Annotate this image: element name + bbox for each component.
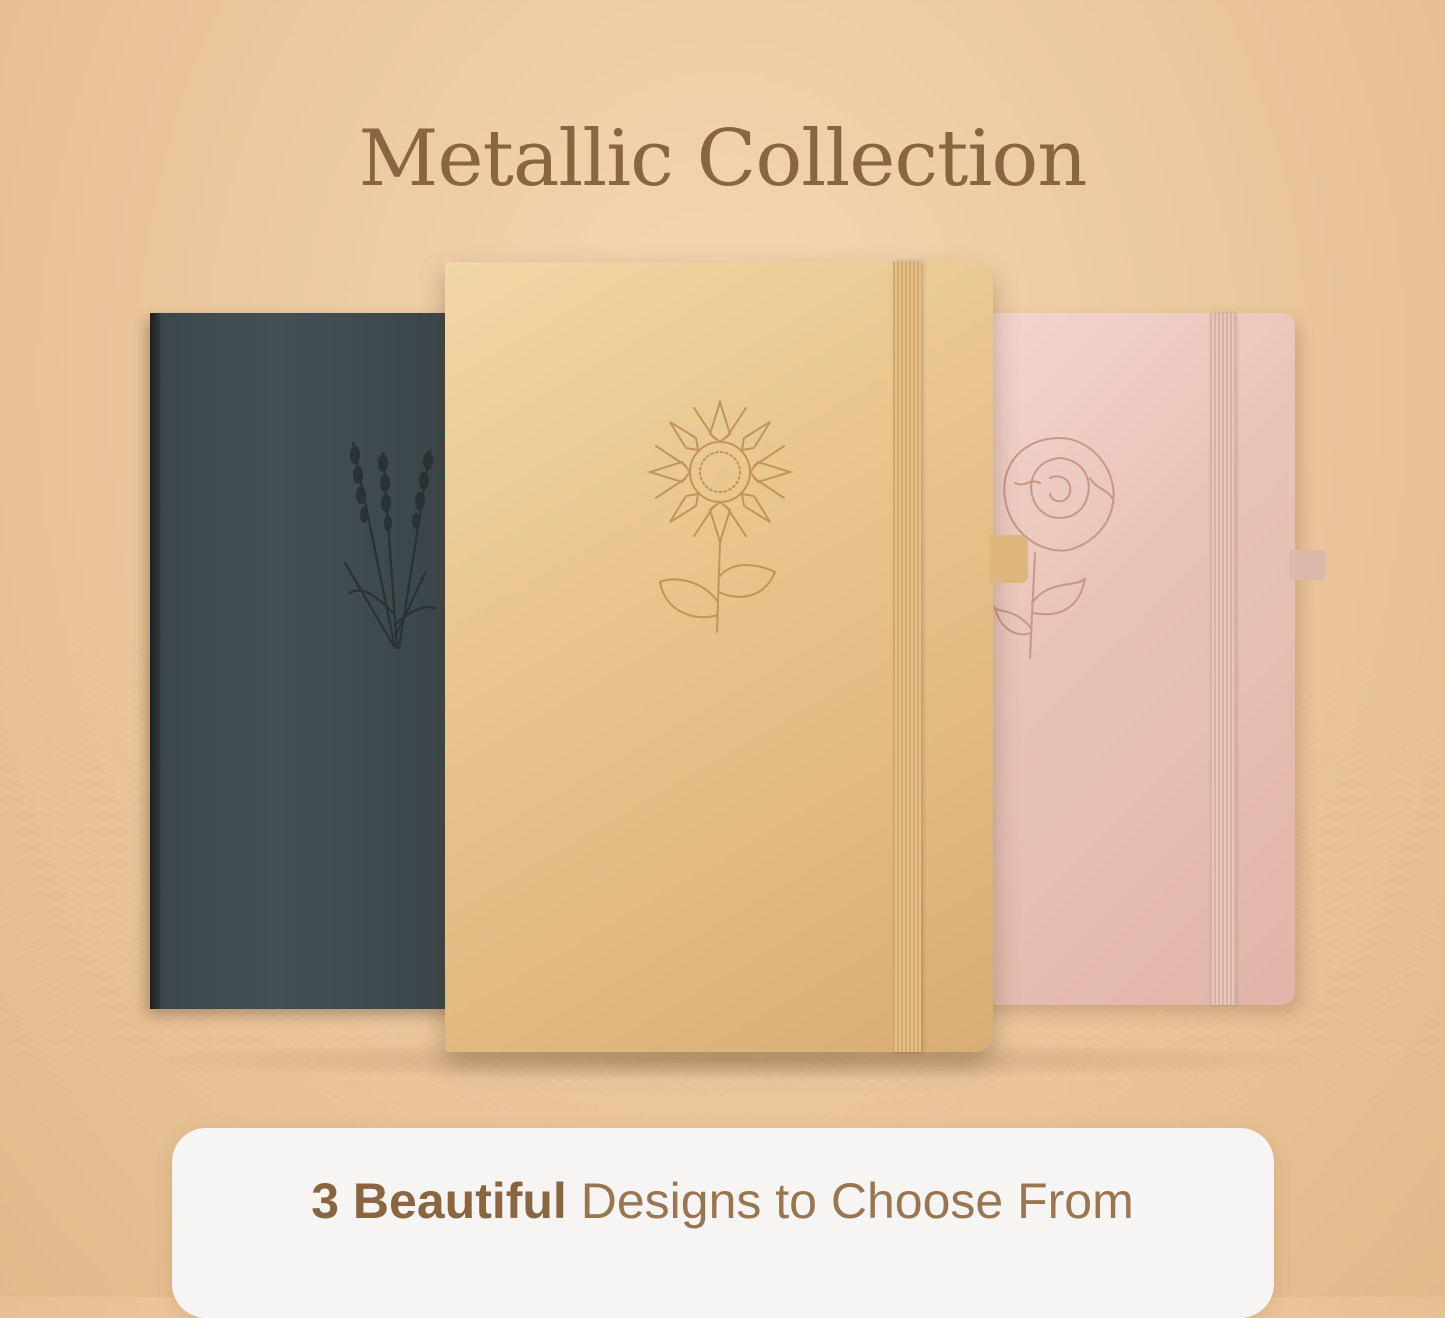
notebook-black xyxy=(150,313,460,1009)
elastic-band-gold xyxy=(893,262,921,1052)
pen-loop-gold xyxy=(990,535,1028,583)
pen-loop-rose xyxy=(1290,550,1326,580)
caption-bold: 3 Beautiful xyxy=(311,1173,567,1229)
sunflower-icon xyxy=(646,398,794,633)
caption-text: 3 Beautiful Designs to Choose From xyxy=(0,1172,1445,1230)
lavender-icon xyxy=(343,441,437,650)
elastic-band-rose xyxy=(1210,313,1236,1005)
notebook-rose xyxy=(975,313,1295,1005)
page-title: Metallic Collection xyxy=(358,114,1087,205)
notebook-spine xyxy=(150,313,160,1009)
caption-rest: Designs to Choose From xyxy=(580,1173,1134,1229)
